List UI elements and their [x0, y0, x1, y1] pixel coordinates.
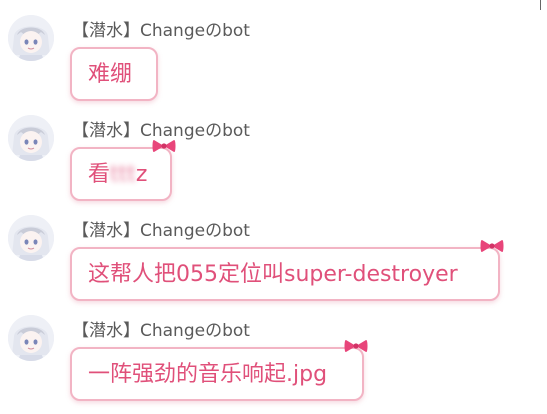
anime-girl-avatar-icon — [8, 115, 54, 161]
chat-message: 【潜水】Changeのbot 难绷 — [0, 0, 547, 101]
message-text-prefix: 看 — [88, 162, 111, 187]
avatar[interactable] — [8, 315, 54, 361]
sender-name: 【潜水】Changeのbot — [72, 21, 250, 41]
chat-window: 【潜水】Changeのbot 难绷 【潜水】Changeのbot 看tttz 【… — [0, 0, 547, 414]
anime-girl-avatar-icon — [8, 15, 54, 61]
message-bubble[interactable]: 看tttz — [70, 139, 176, 201]
message-text: 这帮人把055定位叫super-destroyer — [88, 262, 458, 287]
avatar[interactable] — [8, 215, 54, 261]
bow-icon — [152, 139, 176, 153]
bow-icon — [480, 239, 504, 253]
chat-message: 【潜水】Changeのbot 这帮人把055定位叫super-destroyer — [0, 200, 547, 301]
avatar[interactable] — [8, 15, 54, 61]
message-bubble[interactable]: 难绷 — [70, 47, 158, 101]
chat-message: 【潜水】Changeのbot 一阵强劲的音乐响起.jpg — [0, 300, 547, 401]
message-text-suffix: z — [135, 162, 148, 187]
message-bubble[interactable]: 一阵强劲的音乐响起.jpg — [70, 339, 368, 401]
anime-girl-avatar-icon — [8, 315, 54, 361]
avatar[interactable] — [8, 115, 54, 161]
message-text: 难绷 — [88, 62, 133, 87]
sender-name: 【潜水】Changeのbot — [72, 321, 250, 341]
chat-message: 【潜水】Changeのbot 看tttz — [0, 100, 547, 201]
bow-icon — [344, 339, 368, 353]
message-bubble[interactable]: 这帮人把055定位叫super-destroyer — [70, 239, 504, 301]
message-text: 看tttz — [88, 161, 147, 189]
anime-girl-avatar-icon — [8, 215, 54, 261]
sender-name: 【潜水】Changeのbot — [72, 221, 250, 241]
message-text: 一阵强劲的音乐响起.jpg — [88, 362, 328, 387]
redacted-text: ttt — [110, 162, 136, 187]
